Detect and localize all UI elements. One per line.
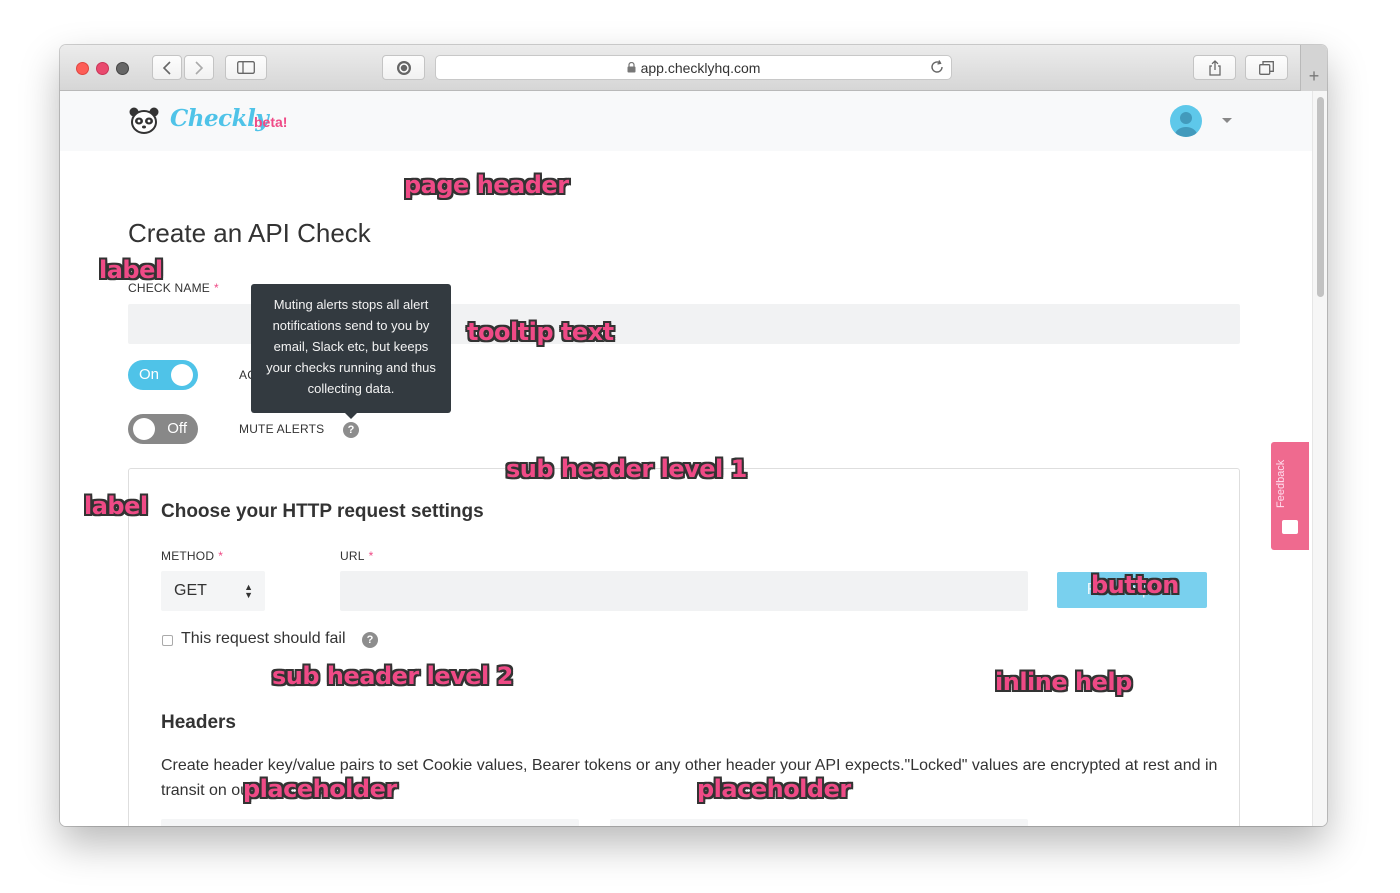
annotation-sub-header-1: sub header level 1 bbox=[506, 455, 747, 483]
annotation-label: label bbox=[84, 492, 148, 520]
annotation-tooltip-text: tooltip text bbox=[467, 318, 614, 346]
method-select[interactable]: GET ▲ ▼ bbox=[161, 571, 265, 611]
chevron-right-icon bbox=[195, 60, 204, 75]
activated-toggle[interactable]: On bbox=[128, 360, 198, 390]
page-scrollbar[interactable] bbox=[1312, 91, 1327, 826]
screenshot-stage: app.checklyhq.com + Checkly beta! Create… bbox=[0, 0, 1400, 893]
request-should-fail-label: This request should fail bbox=[181, 630, 346, 647]
minimize-window-button[interactable] bbox=[96, 62, 109, 75]
tabs-icon bbox=[1259, 60, 1274, 75]
share-icon bbox=[1208, 59, 1221, 76]
share-button[interactable] bbox=[1193, 55, 1236, 80]
extension-button[interactable] bbox=[382, 55, 425, 80]
mute-alerts-tooltip: Muting alerts stops all alert notificati… bbox=[251, 284, 451, 419]
mute-alerts-label: MUTE ALERTS bbox=[239, 422, 325, 436]
app-header: Checkly beta! bbox=[60, 91, 1312, 151]
browser-window: app.checklyhq.com + Checkly beta! Create… bbox=[60, 45, 1327, 826]
page-title: Create an API Check bbox=[128, 218, 371, 248]
user-icon bbox=[1175, 112, 1197, 137]
forward-button[interactable] bbox=[184, 55, 214, 80]
chevron-left-icon bbox=[162, 60, 171, 75]
raccoon-logo-icon[interactable] bbox=[128, 105, 160, 137]
annotation-page-header: page header bbox=[404, 171, 569, 199]
annotation-sub-header-2: sub header level 2 bbox=[272, 662, 513, 690]
zoom-window-button[interactable] bbox=[116, 62, 129, 75]
lock-icon bbox=[627, 62, 636, 73]
extension-icon bbox=[396, 60, 411, 75]
select-arrows-icon: ▲ ▼ bbox=[244, 582, 253, 600]
beta-badge: beta! bbox=[254, 114, 288, 130]
annotation-label: label bbox=[99, 256, 163, 284]
header-name-input[interactable] bbox=[161, 819, 579, 826]
url-label: URL * bbox=[340, 549, 374, 563]
toggle-knob bbox=[133, 418, 155, 440]
url-input[interactable] bbox=[340, 571, 1028, 611]
annotation-inline-help: inline help bbox=[995, 668, 1132, 696]
url-text: app.checklyhq.com bbox=[640, 59, 761, 76]
browser-toolbar: app.checklyhq.com + bbox=[60, 45, 1327, 91]
toggle-knob bbox=[171, 364, 193, 386]
new-tab-button[interactable]: + bbox=[1300, 45, 1327, 91]
mute-alerts-toggle[interactable]: Off bbox=[128, 414, 198, 444]
activated-toggle-state: On bbox=[139, 366, 160, 383]
annotation-placeholder: placeholder bbox=[697, 775, 851, 803]
request-should-fail-checkbox[interactable] bbox=[162, 635, 173, 646]
fail-help-icon[interactable]: ? bbox=[362, 632, 378, 648]
annotation-button: button bbox=[1091, 571, 1179, 599]
scrollbar-thumb[interactable] bbox=[1317, 97, 1324, 297]
header-value-input[interactable] bbox=[610, 819, 1028, 826]
back-button[interactable] bbox=[152, 55, 182, 80]
method-value: GET bbox=[174, 582, 207, 599]
close-window-button[interactable] bbox=[76, 62, 89, 75]
user-avatar[interactable] bbox=[1170, 105, 1202, 137]
mute-toggle-state: Off bbox=[167, 420, 187, 437]
headers-title: Headers bbox=[161, 712, 236, 733]
address-bar[interactable]: app.checklyhq.com bbox=[435, 55, 952, 80]
http-settings-title: Choose your HTTP request settings bbox=[161, 501, 484, 522]
user-menu-caret-icon[interactable] bbox=[1222, 118, 1232, 123]
annotation-placeholder: placeholder bbox=[243, 775, 397, 803]
feedback-label: Feedback bbox=[1275, 459, 1287, 508]
sidebar-toggle-button[interactable] bbox=[225, 55, 267, 80]
reload-icon[interactable] bbox=[929, 59, 945, 75]
feedback-chat-icon bbox=[1282, 520, 1298, 534]
plus-icon: + bbox=[1308, 66, 1320, 86]
feedback-tab[interactable]: Feedback bbox=[1271, 442, 1309, 550]
method-label: METHOD * bbox=[161, 549, 224, 563]
sidebar-icon bbox=[237, 61, 255, 74]
mute-help-icon[interactable]: ? bbox=[343, 422, 359, 438]
tabs-overview-button[interactable] bbox=[1245, 55, 1288, 80]
